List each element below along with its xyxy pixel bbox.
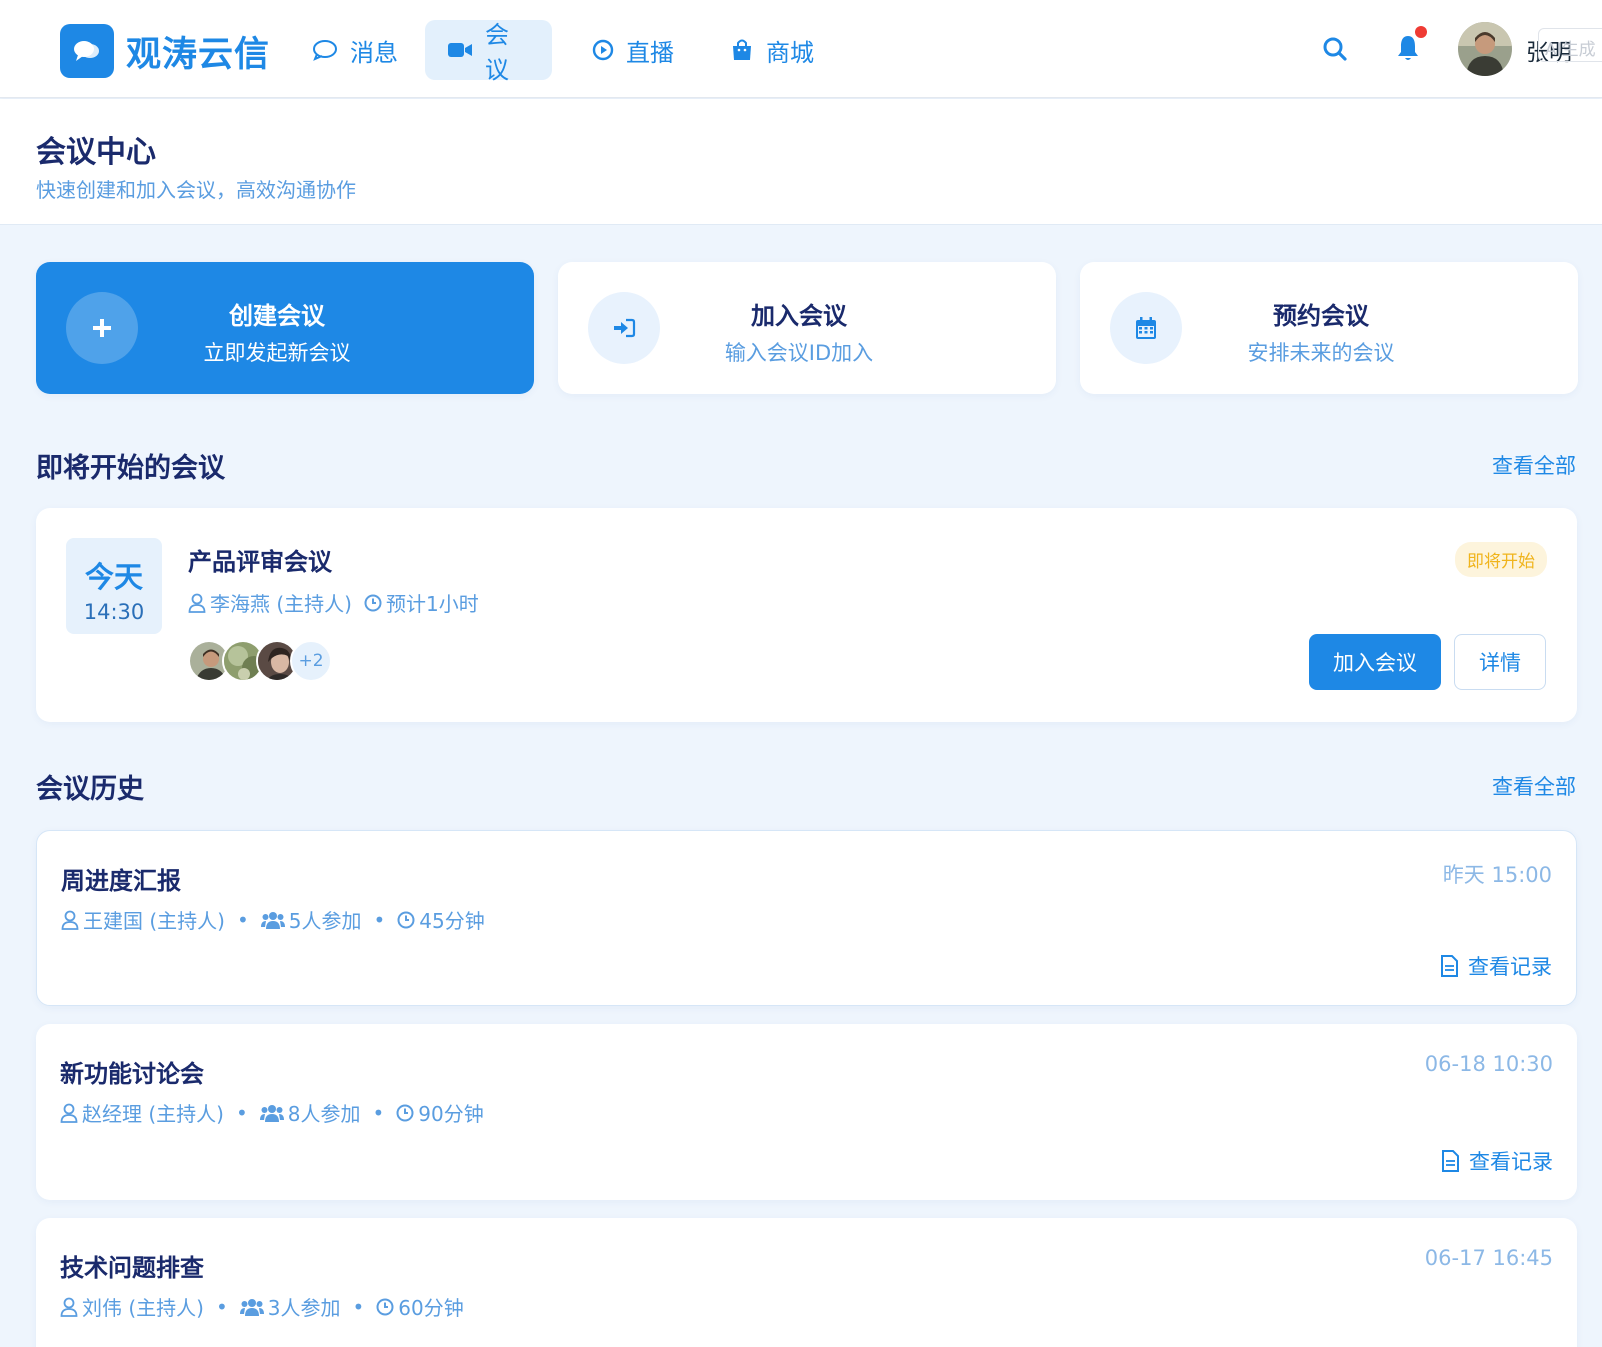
brand-name: 观涛云信 <box>126 34 271 75</box>
view-record-label: 查看记录 <box>1469 1150 1553 1174</box>
history-participants: 5人参加 <box>288 909 362 933</box>
status-badge: 即将开始 <box>1455 542 1547 577</box>
user-icon <box>60 1103 78 1123</box>
history-duration: 60分钟 <box>398 1296 464 1320</box>
search-icon[interactable] <box>1322 36 1348 66</box>
history-host: 刘伟 (主持人) <box>82 1296 204 1320</box>
users-icon <box>260 911 285 929</box>
user-icon <box>188 593 206 613</box>
shopping-bag-icon <box>730 38 754 62</box>
action-title: 加入会议 <box>751 302 847 330</box>
action-title: 创建会议 <box>229 302 325 330</box>
action-desc: 安排未来的会议 <box>1247 341 1395 365</box>
nav-label: 直播 <box>626 38 674 67</box>
plus-icon <box>66 292 138 364</box>
history-time: 昨天 15:00 <box>1442 863 1552 887</box>
details-button[interactable]: 详情 <box>1454 634 1546 690</box>
history-duration: 90分钟 <box>418 1102 484 1126</box>
upcoming-meeting-card[interactable]: 今天 14:30 产品评审会议 李海燕 (主持人) 预计1小时 即将开始 +2 … <box>36 508 1577 722</box>
attendee-avatars: +2 <box>188 640 332 682</box>
clock-icon <box>364 594 382 612</box>
page-title: 会议中心 <box>36 135 156 170</box>
history-title: 新功能讨论会 <box>60 1060 204 1088</box>
chat-bubbles-icon <box>60 24 114 78</box>
history-time: 06-17 16:45 <box>1424 1246 1553 1270</box>
document-icon <box>1441 1150 1459 1172</box>
notification-badge <box>1415 26 1427 38</box>
user-icon <box>61 910 79 930</box>
ai-generated-tag: AI生成 <box>1538 28 1602 62</box>
join-meeting-button[interactable]: 加入会议 <box>1309 634 1441 690</box>
avatar[interactable] <box>1458 22 1512 76</box>
message-icon <box>312 39 338 61</box>
meeting-meta: 李海燕 (主持人) 预计1小时 <box>188 588 479 617</box>
meeting-time: 14:30 <box>83 600 145 624</box>
meeting-duration: 预计1小时 <box>385 592 479 616</box>
history-host: 王建国 (主持人) <box>83 909 225 933</box>
document-icon <box>1440 955 1458 977</box>
clock-icon <box>397 911 415 929</box>
history-title: 技术问题排查 <box>60 1254 204 1282</box>
action-desc: 立即发起新会议 <box>203 341 351 365</box>
users-icon <box>259 1104 284 1122</box>
create-meeting-card[interactable]: 创建会议 立即发起新会议 <box>36 262 534 394</box>
top-navbar: 观涛云信 消息 会议 直播 商城 张明 AI生成 <box>0 0 1602 98</box>
nav-store[interactable]: 商城 <box>708 20 836 80</box>
history-host: 赵经理 (主持人) <box>82 1102 224 1126</box>
history-item[interactable]: 新功能讨论会 06-18 10:30 赵经理 (主持人) • 8人参加 • 90… <box>36 1024 1577 1200</box>
schedule-meeting-card[interactable]: 预约会议 安排未来的会议 <box>1080 262 1578 394</box>
view-record-link[interactable]: 查看记录 <box>1440 951 1552 981</box>
upcoming-section-title: 即将开始的会议 <box>36 453 225 484</box>
nav-meetings[interactable]: 会议 <box>425 20 552 84</box>
history-participants: 3人参加 <box>267 1296 341 1320</box>
nav-live[interactable]: 直播 <box>570 20 696 80</box>
view-record-label: 查看记录 <box>1468 955 1552 979</box>
bell-icon[interactable] <box>1395 34 1421 66</box>
history-participants: 8人参加 <box>287 1102 361 1126</box>
history-meta: 王建国 (主持人) • 5人参加 • 45分钟 <box>61 905 485 934</box>
join-meeting-card[interactable]: 加入会议 输入会议ID加入 <box>558 262 1056 394</box>
page-header: 会议中心 快速创建和加入会议，高效沟通协作 <box>0 99 1602 225</box>
meeting-title: 产品评审会议 <box>188 548 332 576</box>
history-meta: 刘伟 (主持人) • 3人参加 • 60分钟 <box>60 1292 464 1321</box>
page-subtitle: 快速创建和加入会议，高效沟通协作 <box>36 178 356 202</box>
view-record-link[interactable]: 查看记录 <box>1441 1146 1553 1176</box>
meeting-day: 今天 <box>84 560 143 594</box>
meeting-date-box: 今天 14:30 <box>66 538 162 634</box>
play-circle-icon <box>592 39 614 61</box>
upcoming-view-all-link[interactable]: 查看全部 <box>1492 450 1576 480</box>
more-attendees-badge[interactable]: +2 <box>290 640 332 682</box>
history-duration: 45分钟 <box>419 909 485 933</box>
users-icon <box>239 1298 264 1316</box>
video-camera-icon <box>447 41 473 59</box>
calendar-icon <box>1110 292 1182 364</box>
history-item[interactable]: 技术问题排查 06-17 16:45 刘伟 (主持人) • 3人参加 • 60分… <box>36 1218 1577 1347</box>
history-title: 周进度汇报 <box>61 867 181 895</box>
nav-label: 会议 <box>485 21 509 84</box>
history-section-title: 会议历史 <box>36 774 144 805</box>
user-icon <box>60 1297 78 1317</box>
history-item[interactable]: 周进度汇报 昨天 15:00 王建国 (主持人) • 5人参加 • 45分钟 查… <box>36 830 1577 1006</box>
history-time: 06-18 10:30 <box>1424 1052 1553 1076</box>
brand[interactable]: 观涛云信 <box>60 24 270 78</box>
clock-icon <box>396 1104 414 1122</box>
nav-label: 商城 <box>766 38 814 67</box>
history-meta: 赵经理 (主持人) • 8人参加 • 90分钟 <box>60 1098 484 1127</box>
sign-in-icon <box>588 292 660 364</box>
nav-messages[interactable]: 消息 <box>290 20 420 80</box>
nav-label: 消息 <box>350 38 398 67</box>
history-view-all-link[interactable]: 查看全部 <box>1492 771 1576 801</box>
action-desc: 输入会议ID加入 <box>724 341 874 365</box>
action-title: 预约会议 <box>1273 302 1369 330</box>
meeting-host: 李海燕 (主持人) <box>210 592 352 616</box>
clock-icon <box>376 1298 394 1316</box>
